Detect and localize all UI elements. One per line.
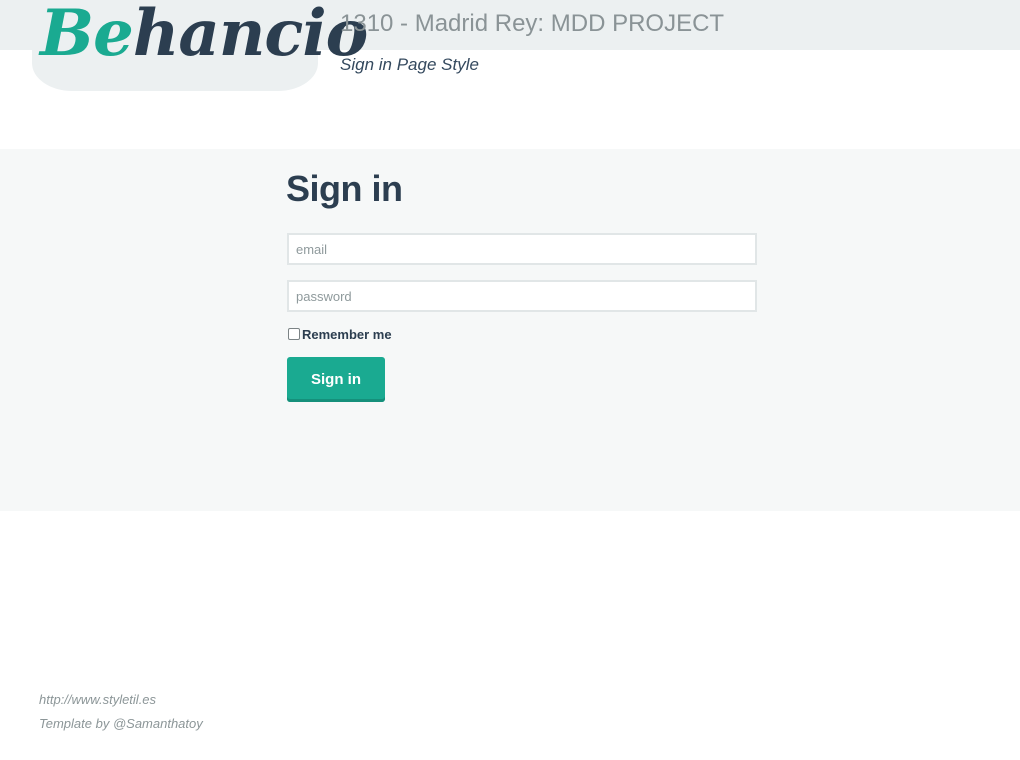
footer-link[interactable]: http://www.styletil.es <box>39 692 156 707</box>
sign-in-button[interactable]: Sign in <box>287 357 385 402</box>
logo-text-hancio: hancio <box>132 0 368 71</box>
remember-me-row[interactable]: Remember me <box>287 325 392 343</box>
footer: http://www.styletil.es Template by @Sama… <box>39 688 203 736</box>
project-title: 1310 - Madrid Rey: MDD PROJECT <box>340 10 725 37</box>
page-subtitle: Sign in Page Style <box>340 55 479 74</box>
signin-section <box>0 149 1020 511</box>
logo[interactable]: Behancio <box>40 2 368 66</box>
remember-me-checkbox[interactable] <box>288 328 300 340</box>
footer-credit: Template by @Samanthatoy <box>39 716 203 731</box>
signin-heading: Sign in <box>286 168 403 209</box>
remember-me-label[interactable]: Remember me <box>302 327 392 342</box>
email-field[interactable] <box>287 233 757 265</box>
password-field[interactable] <box>287 280 757 312</box>
logo-text-be: Be <box>40 0 134 71</box>
